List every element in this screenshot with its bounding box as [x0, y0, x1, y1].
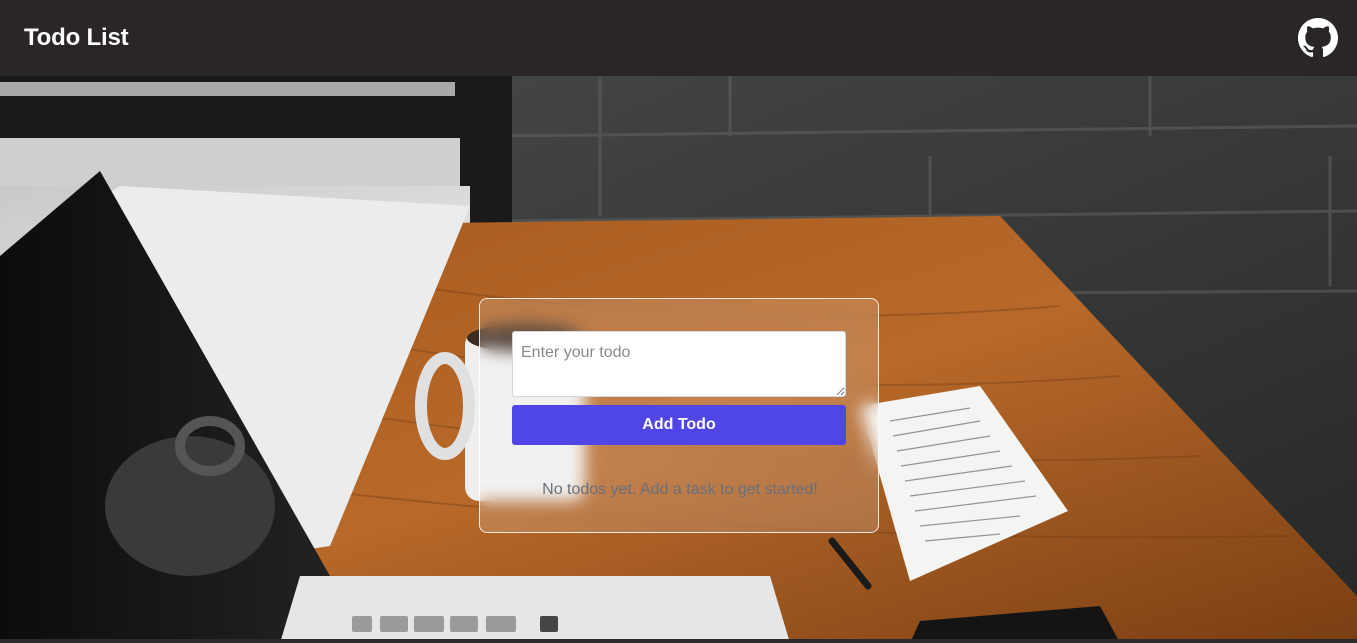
navbar: Todo List [0, 0, 1357, 76]
github-link[interactable] [1298, 18, 1338, 58]
bottom-edge [0, 639, 1357, 643]
github-icon [1298, 18, 1338, 58]
todo-input[interactable] [512, 331, 846, 397]
app-title: Todo List [24, 24, 129, 51]
todo-card: Add Todo No todos yet. Add a task to get… [479, 298, 879, 533]
add-todo-button[interactable]: Add Todo [512, 405, 846, 445]
empty-state-message: No todos yet. Add a task to get started! [542, 481, 818, 498]
